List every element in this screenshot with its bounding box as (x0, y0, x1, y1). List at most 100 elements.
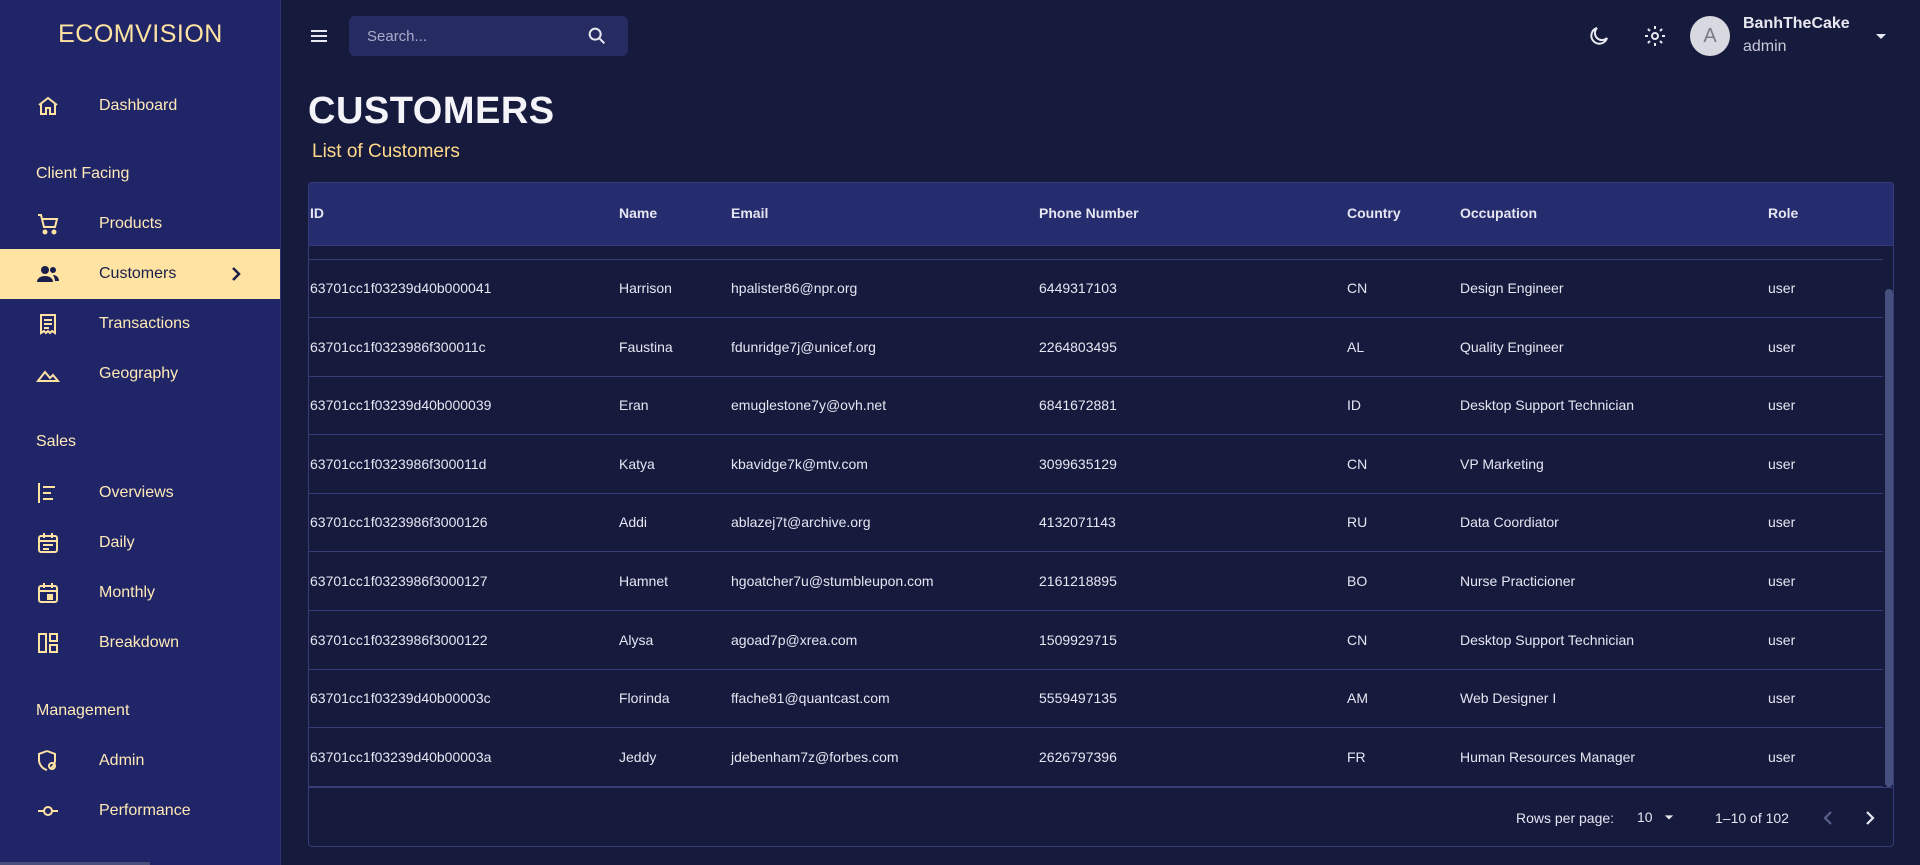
sidebar-item-customers[interactable]: Customers (0, 249, 280, 299)
column-header-name[interactable]: Name (619, 205, 657, 221)
user-role: admin (1743, 38, 1787, 55)
bar-chart-icon (38, 483, 55, 503)
search-input[interactable] (367, 26, 567, 46)
column-header-role[interactable]: Role (1768, 205, 1798, 221)
sidebar: ECOMVISION Dashboard Client Facing Produ… (0, 0, 281, 865)
table-row[interactable]: 63701cc1f0323986f300011c Faustina fdunridg… (309, 319, 1883, 377)
cell-occupation: Desktop Support Technician (1460, 397, 1635, 414)
sidebar-item-admin[interactable]: Admin (0, 736, 280, 786)
cell-phone: 3099635129 (1039, 455, 1117, 472)
user-name: BanhTheCake (1743, 15, 1850, 32)
cell-role: user (1768, 631, 1796, 648)
cell-country: FR (1347, 748, 1366, 765)
vertical-scrollbar[interactable] (1885, 289, 1893, 787)
cell-email: hgoatcher7u@stumbleupon.com (731, 573, 934, 589)
cell-country: AL (1347, 338, 1365, 355)
cell-email: kbavidge7k@mtv.com (731, 455, 868, 472)
cell-role: user (1768, 573, 1796, 589)
column-header-occupation[interactable]: Occupation (1460, 205, 1537, 221)
cell-name: Alysa (619, 631, 654, 648)
rows-per-page-label: Rows per page: (1516, 810, 1615, 826)
settings-gear-icon[interactable] (1643, 24, 1667, 48)
column-header-email[interactable]: Email (731, 205, 768, 221)
table-row[interactable]: 63701cc1f03239d40b000041 Harrison hpaliste… (309, 260, 1883, 318)
cell-name: Eran (619, 397, 649, 414)
table-row[interactable]: 63701cc1f0323986f3000122 Alysa agoad7p@xre… (309, 612, 1883, 670)
cell-phone: 5559497135 (1039, 690, 1117, 707)
sidebar-item-overviews[interactable]: Overviews (0, 468, 280, 518)
previous-page-icon[interactable] (1816, 806, 1840, 830)
cell-id: 63701cc1f03239d40b00003c (310, 690, 491, 707)
cell-occupation: Desktop Support Technician (1460, 631, 1635, 648)
cell-role: user (1768, 748, 1796, 765)
sidebar-item-breakdown[interactable]: Breakdown (0, 618, 280, 668)
cell-occupation: Web Designer I (1460, 690, 1557, 707)
cell-name: Hamnet (619, 573, 669, 589)
sidebar-item-label: Daily (99, 534, 135, 551)
cell-country: CN (1347, 455, 1368, 472)
search-icon[interactable] (586, 25, 608, 47)
table-row[interactable]: 63701cc1f0323986f300011d Katya kbavidge7k@… (309, 436, 1883, 494)
dark-mode-icon[interactable] (1587, 24, 1611, 48)
table-row[interactable]: 63701cc1f0323986f3000127 Hamnet hgoatcher7… (309, 553, 1883, 611)
dashboard-layout-icon (38, 633, 58, 653)
table-row[interactable]: 63701cc1f03239d40b00003c Florinda ffache81… (309, 670, 1883, 729)
cell-email: jdebenham7z@forbes.com (731, 748, 899, 765)
sidebar-item-transactions[interactable]: Transactions (0, 299, 280, 349)
avatar[interactable]: A (1690, 16, 1730, 56)
cell-occupation: Design Engineer (1460, 280, 1564, 296)
next-page-icon[interactable] (1858, 806, 1882, 830)
sidebar-item-label: Dashboard (99, 97, 178, 114)
column-header-id[interactable]: ID (310, 205, 324, 221)
sidebar-item-monthly[interactable]: Monthly (0, 568, 280, 618)
sidebar-item-products[interactable]: Products (0, 199, 280, 249)
cell-role: user (1768, 338, 1796, 355)
chevron-right-icon (232, 267, 241, 281)
commit-icon (38, 806, 58, 816)
cell-name: Jeddy (619, 748, 657, 765)
dropdown-arrow-icon (1664, 815, 1674, 820)
menu-icon[interactable] (307, 24, 331, 48)
table-footer: Rows per page: 10 1–10 of 102 (309, 787, 1893, 846)
sidebar-item-dashboard[interactable]: Dashboard (0, 81, 280, 131)
cell-email: fdunridge7j@unicef.org (731, 338, 876, 355)
table-row[interactable]: 63701cc1f03239d40b00003a Jeddy jdebenham7z… (309, 729, 1883, 787)
cell-id: 63701cc1f03239d40b000041 (310, 280, 492, 296)
brand-logo: ECOMVISION (58, 20, 223, 48)
cell-phone: 2264803495 (1039, 338, 1117, 355)
cell-phone: 2626797396 (1039, 748, 1117, 765)
cell-country: BO (1347, 573, 1368, 589)
section-management: Management (36, 702, 130, 719)
caret-down-icon[interactable] (1869, 24, 1893, 48)
cell-id: 63701cc1f03239d40b000039 (310, 397, 492, 414)
cell-name: Harrison (619, 280, 672, 296)
cell-id: 63701cc1f0323986f3000126 (310, 514, 488, 531)
cell-occupation: Human Resources Manager (1460, 748, 1636, 765)
cell-occupation: Data Coordiator (1460, 514, 1559, 531)
cell-phone: 2161218895 (1039, 573, 1117, 589)
cell-phone: 6449317103 (1039, 280, 1117, 296)
sidebar-item-label: Overviews (99, 484, 174, 501)
calendar-month-icon (38, 583, 58, 603)
column-header-phone[interactable]: Phone Number (1039, 205, 1139, 221)
admin-shield-icon (38, 750, 56, 771)
table-row[interactable]: 63701cc1f03239d40b000039 Eran emuglestone7… (309, 377, 1883, 436)
cell-country: CN (1347, 631, 1368, 648)
sidebar-item-daily[interactable]: Daily (0, 518, 280, 568)
search-bar (349, 16, 628, 56)
sidebar-item-geography[interactable]: Geography (0, 349, 280, 399)
sidebar-item-label: Breakdown (99, 634, 180, 651)
cell-email: ffache81@quantcast.com (731, 690, 890, 707)
column-header-country[interactable]: Country (1347, 205, 1401, 221)
page-subtitle: List of Customers (312, 141, 460, 162)
cell-email: agoad7p@xrea.com (731, 631, 858, 648)
table-row[interactable]: 63701cc1f0323986f3000126 Addi ablazej7t@ar… (309, 494, 1883, 553)
cell-id: 63701cc1f03239d40b00003a (310, 748, 492, 765)
cell-id: 63701cc1f0323986f300011c (310, 338, 486, 355)
rows-per-page-select[interactable]: 10 (1637, 807, 1685, 829)
table-header: ID Name Email Phone Number Country Occup… (309, 183, 1893, 246)
page-title: CUSTOMERS (308, 90, 555, 132)
sidebar-item-performance[interactable]: Performance (0, 786, 280, 836)
cell-role: user (1768, 455, 1796, 472)
pagination-range: 1–10 of 102 (1715, 810, 1789, 826)
